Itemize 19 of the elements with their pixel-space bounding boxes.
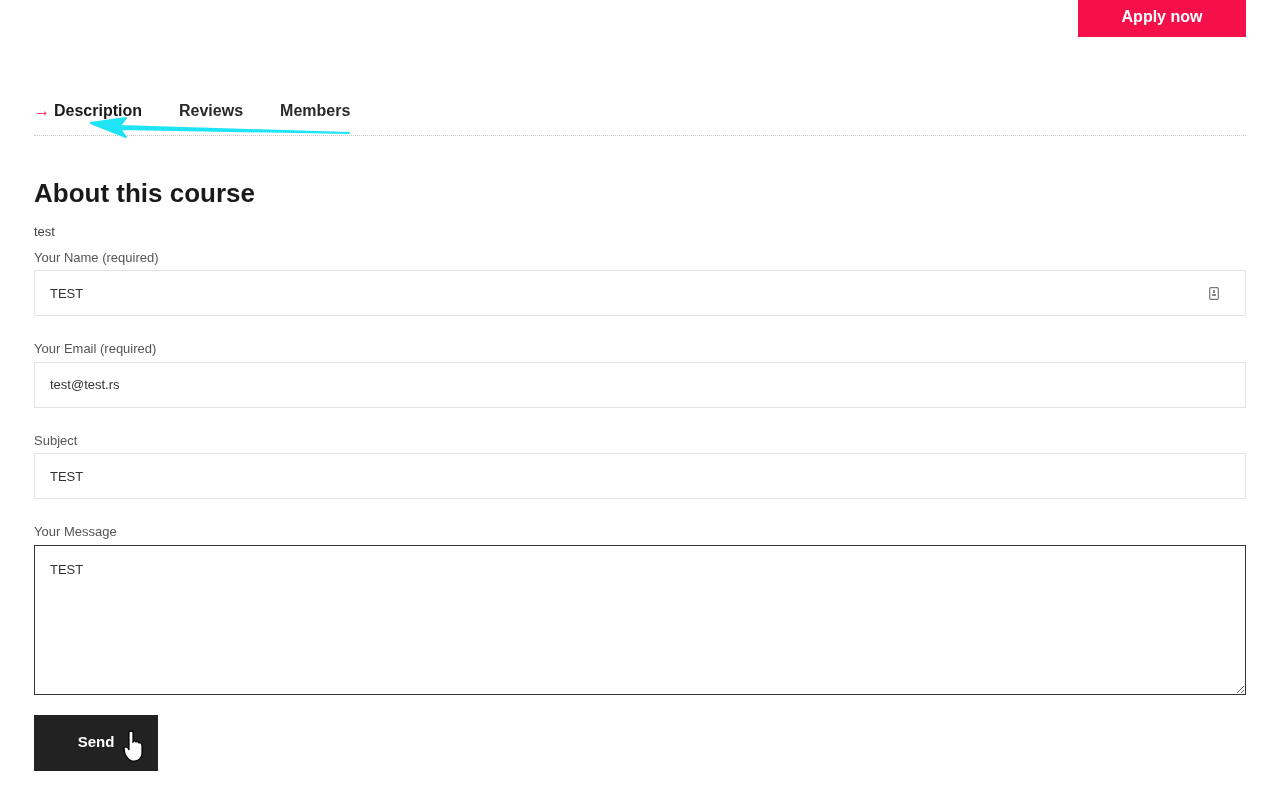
hand-cursor-icon — [123, 730, 143, 762]
contact-card-icon[interactable] — [1209, 287, 1219, 300]
send-button[interactable]: Send — [34, 714, 158, 771]
tab[interactable]: Reviews — [179, 99, 244, 123]
field-label: Your Name (required) — [34, 248, 160, 267]
intro-text: test — [34, 223, 56, 241]
field-label: Subject — [34, 431, 79, 450]
input-field[interactable]: test@test.rs — [34, 361, 1246, 408]
tab[interactable]: → Description — [34, 99, 142, 123]
tab[interactable]: Members — [280, 99, 351, 123]
tab-label: Description — [54, 101, 142, 121]
apply-button[interactable]: Apply now — [1078, 0, 1246, 37]
input-field[interactable]: TEST — [34, 453, 1246, 499]
input-field[interactable]: TEST — [34, 270, 1246, 316]
field-label: Your Message — [34, 523, 118, 541]
message-field[interactable]: TEST — [34, 544, 1246, 695]
field-label: Your Email (required) — [34, 340, 158, 358]
arrow-marker: → — [34, 101, 50, 121]
section-heading: About this course — [34, 177, 256, 210]
